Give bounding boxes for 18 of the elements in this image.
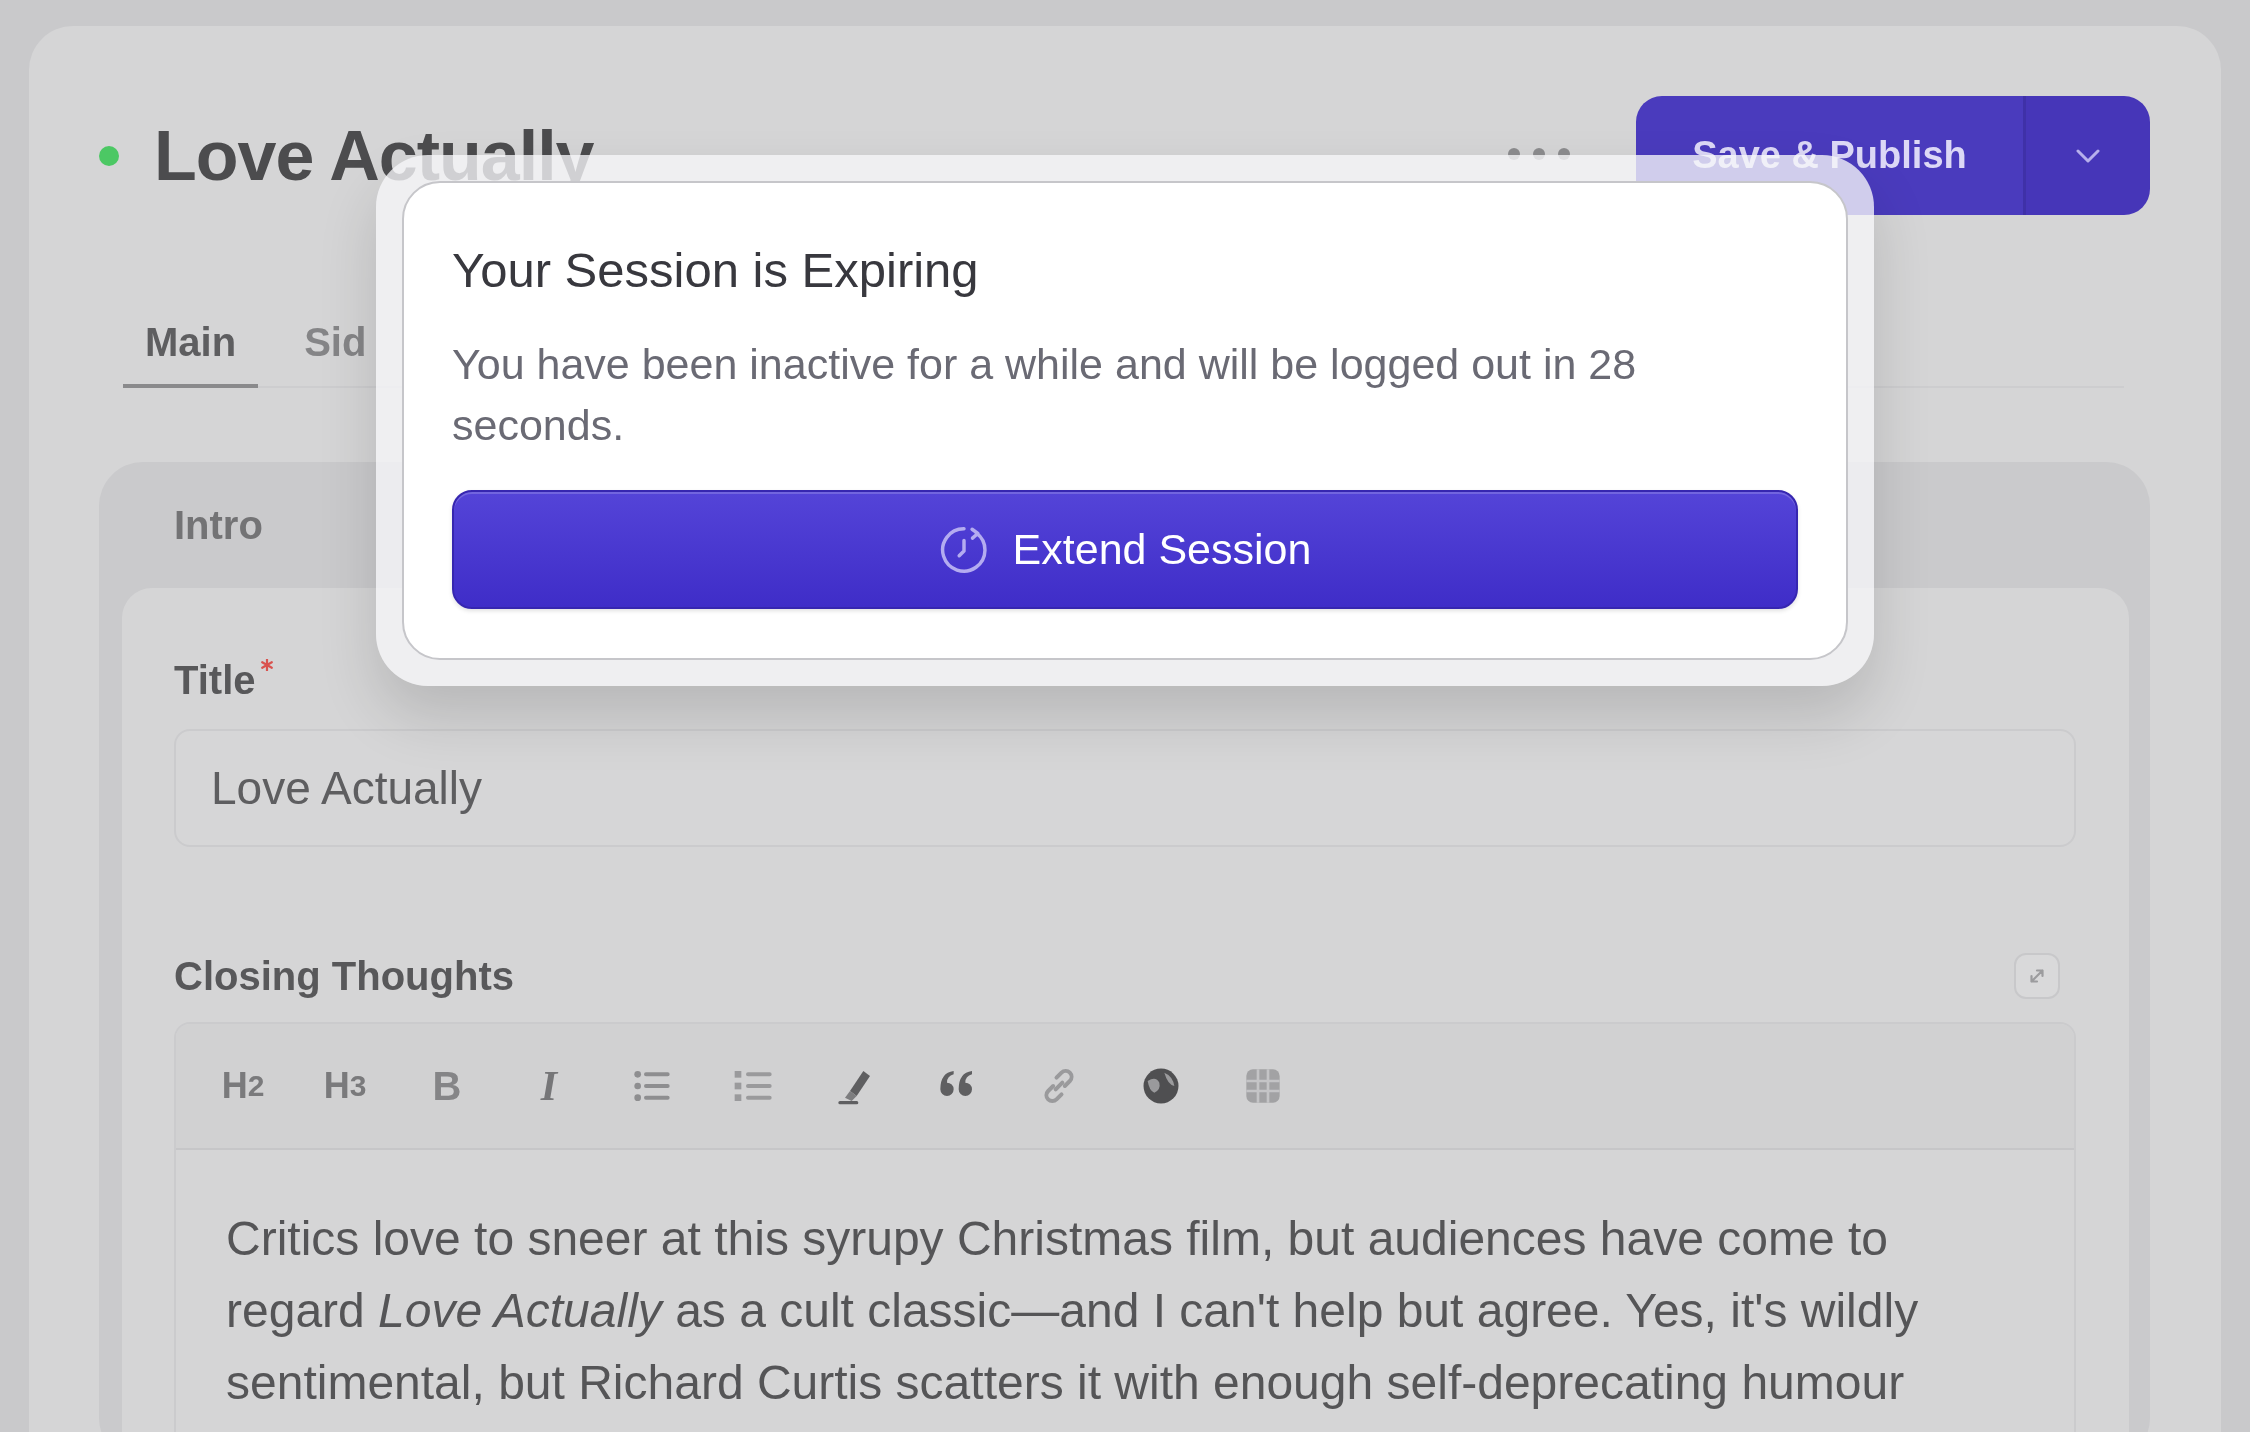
italic-button[interactable]: I <box>529 1066 569 1106</box>
extend-session-button[interactable]: Extend Session <box>452 490 1798 609</box>
dialog-title: Your Session is Expiring <box>452 242 980 299</box>
field-label: Title <box>174 657 256 703</box>
globe-icon[interactable] <box>1141 1066 1181 1106</box>
chevron-down-icon <box>2076 148 2100 163</box>
bold-button[interactable]: B <box>427 1066 467 1106</box>
expand-button[interactable] <box>2014 953 2060 999</box>
dialog-message: You have been inactive for a while and will be logged out in 28 seconds. <box>452 339 1638 451</box>
page-title: Love Actually <box>154 115 594 197</box>
clock-refresh-icon <box>938 524 989 575</box>
tab[interactable]: Main <box>123 320 259 388</box>
title-input[interactable]: Love Actually <box>174 729 2076 847</box>
field-label: Closing Thoughts <box>174 953 514 999</box>
dropdown-button[interactable] <box>2026 96 2150 215</box>
section-title: Intro <box>174 502 263 548</box>
tab[interactable]: Sid <box>282 320 389 388</box>
table-icon[interactable] <box>1243 1066 1283 1106</box>
